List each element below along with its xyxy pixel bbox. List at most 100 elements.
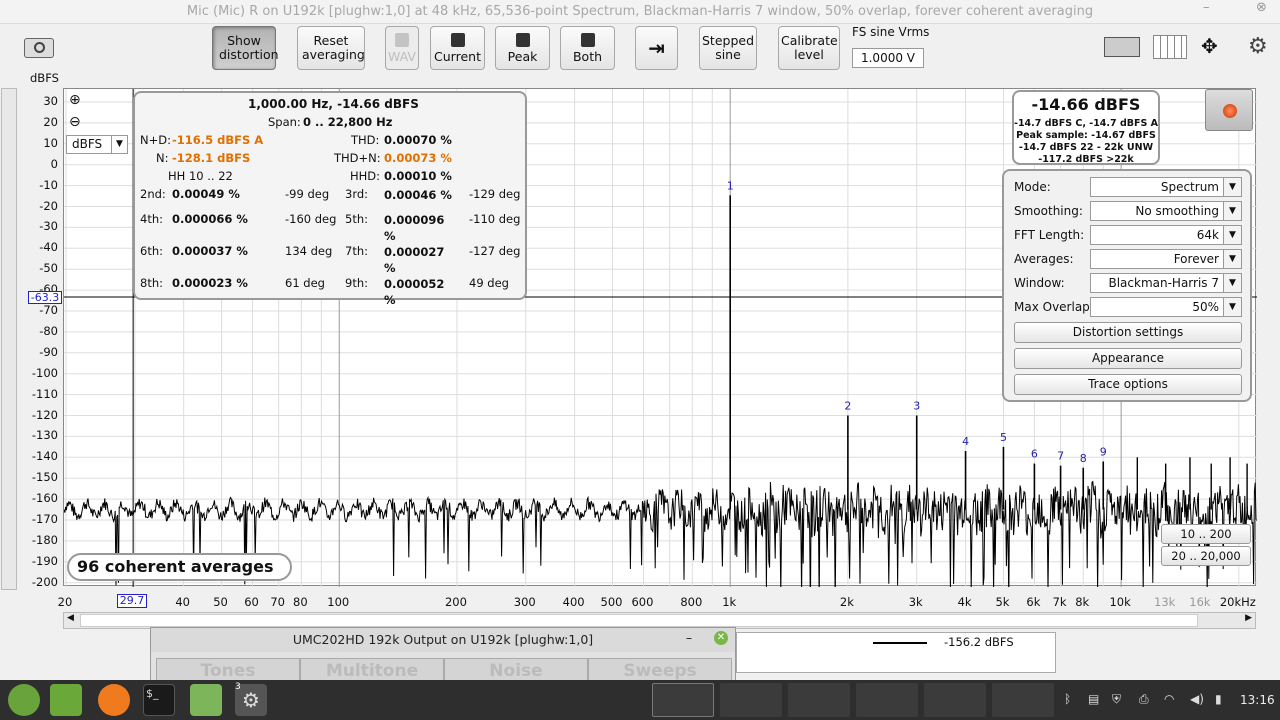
smoothing-select[interactable]: No smoothing ▼	[1090, 201, 1242, 221]
level-main: -14.66 dBFS	[1031, 95, 1141, 114]
trace-legend: -156.2 dBFS	[736, 632, 1056, 673]
unit-select[interactable]: dBFS ▼	[66, 135, 128, 154]
distortion-settings-button[interactable]: Distortion settings	[1014, 322, 1242, 343]
window-label: Window:	[1014, 276, 1065, 290]
scroll-left-icon[interactable]: ◀	[67, 613, 74, 623]
wav-button[interactable]: WAV	[385, 26, 419, 70]
y-tick-label: 0	[50, 156, 58, 171]
shield-icon[interactable]: ⛨	[1112, 692, 1126, 706]
floppy-icon	[395, 32, 409, 47]
export-icon: ⇥	[648, 36, 665, 60]
stepped-sine-button[interactable]: Stepped sine	[699, 26, 757, 70]
both-button[interactable]: Both	[560, 26, 615, 70]
smoothing-label: Smoothing:	[1014, 204, 1083, 218]
taskbar-window-1[interactable]	[652, 683, 714, 717]
y-tick-label: -70	[39, 303, 58, 317]
gear-icon[interactable]: ⚙	[1248, 34, 1268, 59]
averages-select[interactable]: Forever ▼	[1090, 249, 1242, 269]
taskbar-window-5[interactable]	[924, 683, 986, 717]
scrollbar-thumb[interactable]	[80, 614, 1198, 627]
y-tick-label: -50	[39, 261, 58, 276]
mint-menu-icon[interactable]	[8, 684, 40, 716]
window-select[interactable]: Blackman-Harris 7 ▼	[1090, 273, 1242, 293]
y-tick-label: -170	[31, 512, 58, 526]
export-button[interactable]: ⇥	[635, 26, 678, 70]
thd-label: THD:	[351, 133, 380, 147]
nd-label: N+D:	[140, 133, 171, 147]
x-tick-label: 100	[327, 595, 350, 609]
scroll-right-icon[interactable]: ▶	[1245, 613, 1252, 623]
printer-icon[interactable]: ⎙	[1139, 692, 1153, 706]
chevron-down-icon: ▼	[111, 136, 127, 153]
control-panel: Mode: Spectrum ▼ Smoothing: No smoothing ▼…	[1002, 169, 1252, 402]
floppy-icon	[515, 32, 530, 47]
x-tick-label: 13k	[1154, 595, 1176, 609]
span-value: 0 .. 22,800 Hz	[303, 115, 393, 129]
level-peak-sample: Peak sample: -14.67 dBFS	[1016, 130, 1156, 141]
zoom-in-icon[interactable]: ⊕	[69, 92, 81, 108]
clipboard-icon[interactable]: ▤	[1088, 692, 1102, 706]
firefox-icon[interactable]	[98, 684, 130, 716]
generator-window: UMC202HD 192k Output on U192k [plughw:1,…	[150, 627, 736, 682]
y-tick-label: 30	[43, 94, 58, 108]
tab-noise[interactable]: Noise	[444, 658, 588, 682]
calibrate-level-button[interactable]: Calibrate level	[778, 26, 840, 70]
volume-icon[interactable]: ◀)	[1190, 692, 1204, 706]
peak-button[interactable]: Peak	[495, 26, 550, 70]
y-axis-unit: dBFS	[30, 71, 59, 85]
taskbar-window-2[interactable]	[720, 683, 782, 717]
harmonic-order: 2nd:	[140, 187, 166, 201]
appearance-button[interactable]: Appearance	[1014, 348, 1242, 369]
current-button[interactable]: Current	[430, 26, 485, 70]
range-10-200-button[interactable]: 10 .. 200	[1161, 524, 1251, 544]
harmonic-percent: 0.00049 %	[172, 187, 240, 201]
x-tick-label: 500	[600, 595, 623, 609]
y-tick-label: -120	[31, 407, 58, 422]
fft-length-select[interactable]: 64k ▼	[1090, 225, 1242, 245]
close-button[interactable]: ⊗	[1256, 0, 1267, 15]
range-20-20000-button[interactable]: 20 .. 20,000	[1161, 546, 1251, 566]
record-button[interactable]	[1205, 89, 1253, 131]
nd-value: -116.5 dBFS A	[172, 133, 264, 147]
folder-icon[interactable]	[190, 684, 222, 716]
harmonic-phase: 134 deg	[285, 244, 333, 258]
bluetooth-icon[interactable]: ᛒ	[1064, 692, 1078, 706]
harmonic-phase: 61 deg	[285, 276, 325, 290]
y-tick-label: -40	[39, 240, 58, 255]
n-value: -128.1 dBFS	[172, 151, 251, 165]
generator-minimize-button[interactable]: –	[686, 631, 692, 645]
mode-select[interactable]: Spectrum ▼	[1090, 177, 1242, 197]
taskbar-window-4[interactable]	[856, 683, 918, 717]
minimize-button[interactable]: –	[1203, 0, 1210, 15]
y-cursor-readout: -63.3	[28, 291, 62, 304]
camera-icon[interactable]	[24, 38, 54, 58]
tab-tones[interactable]: Tones	[156, 658, 300, 682]
wifi-icon[interactable]: ◠	[1164, 692, 1178, 706]
toolbar: Show distortion Reset averaging WAV Curr…	[0, 24, 1280, 86]
columns-icon[interactable]	[1153, 35, 1187, 59]
fs-sine-input[interactable]: 1.0000 V	[852, 48, 924, 68]
fullscreen-icon[interactable]: ✥	[1201, 34, 1218, 58]
x-tick-label: 5k	[995, 595, 1010, 609]
peak-label: 5	[1000, 431, 1007, 444]
thd-value: 0.00070 %	[384, 133, 452, 147]
terminal-icon[interactable]: $_	[143, 684, 175, 716]
tab-multitone[interactable]: Multitone	[300, 658, 444, 682]
generator-close-button[interactable]: ✕	[714, 631, 728, 645]
harmonic-order: 7th:	[345, 244, 368, 258]
show-distortion-button[interactable]: Show distortion	[212, 26, 279, 70]
reset-averaging-button[interactable]: Reset averaging	[297, 26, 365, 70]
clock: 13:16	[1240, 693, 1275, 707]
taskbar-window-6[interactable]	[992, 683, 1054, 717]
tab-sweeps[interactable]: Sweeps	[588, 658, 732, 682]
taskbar: $_ ⚙ 3 ᛒ ▤ ⛨ ⎙ ◠ ◀) ▮ 13:16	[0, 680, 1280, 720]
files-desktop-icon[interactable]	[50, 684, 82, 716]
y-tick-label: -30	[39, 219, 58, 234]
trace-options-button[interactable]: Trace options	[1014, 374, 1242, 395]
taskbar-window-3[interactable]	[788, 683, 850, 717]
battery-icon[interactable]: ▮	[1215, 692, 1229, 706]
graph-layout-icon[interactable]	[1104, 37, 1140, 57]
n-label: N:	[156, 151, 169, 165]
overlap-select[interactable]: 50% ▼	[1090, 297, 1242, 317]
zoom-out-icon[interactable]: ⊖	[69, 114, 81, 130]
